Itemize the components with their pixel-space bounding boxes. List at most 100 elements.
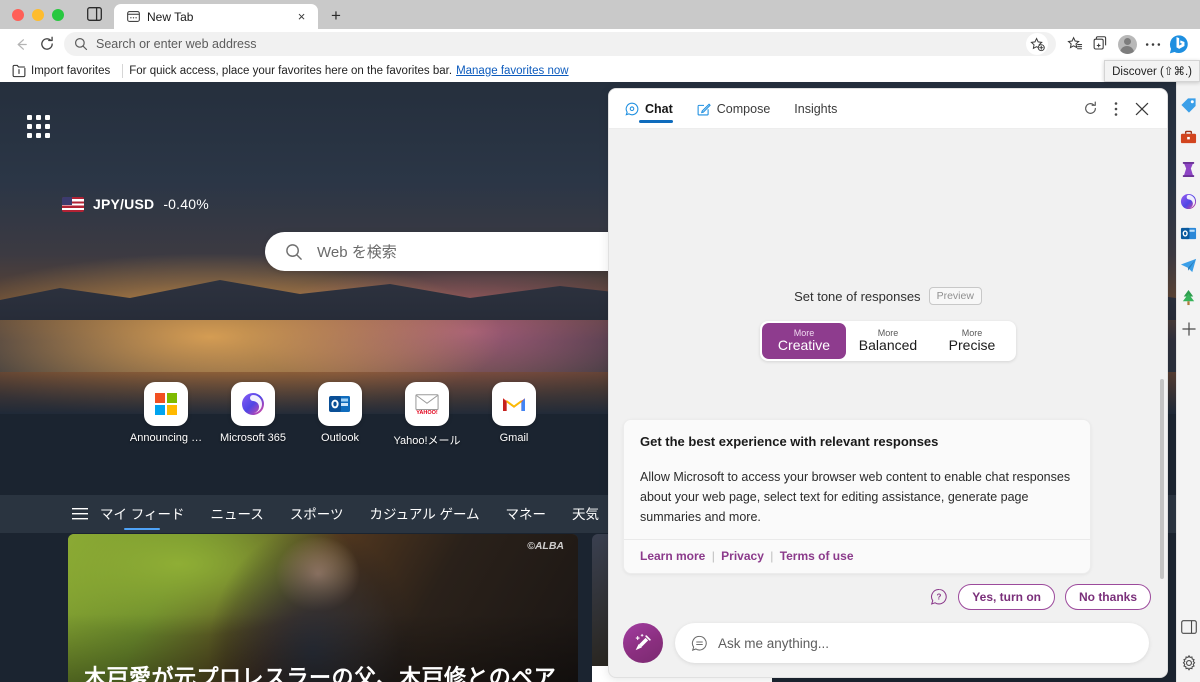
telegram-send-icon[interactable]	[1180, 256, 1198, 274]
new-tab-button[interactable]: +	[323, 4, 349, 28]
tone-label: Set tone of responses	[794, 288, 921, 304]
feed-nav-weather[interactable]: 天気	[572, 503, 599, 525]
feed-nav-casual-games[interactable]: カジュアル ゲーム	[370, 503, 480, 525]
gmail-icon	[492, 382, 536, 426]
customize-panel-icon[interactable]	[1180, 618, 1198, 636]
web-search-placeholder: Web を検索	[317, 244, 397, 261]
tone-option-balanced[interactable]: More Balanced	[846, 323, 930, 359]
chat-refresh-button[interactable]	[1077, 96, 1103, 122]
market-ticker[interactable]: JPY/USD -0.40%	[62, 196, 209, 212]
games-icon[interactable]	[1180, 160, 1198, 178]
feed-nav-news[interactable]: ニュース	[210, 503, 263, 525]
chat-input-row: Ask me anything...	[609, 623, 1167, 663]
shortcut-tile-outlook[interactable]: Outlook	[318, 382, 362, 448]
yahoo-mail-icon: YAHOO!	[405, 382, 449, 426]
terms-of-use-link[interactable]: Terms of use	[780, 549, 854, 563]
tone-option-creative[interactable]: More Creative	[762, 322, 846, 359]
shopping-tag-icon[interactable]	[1180, 96, 1198, 114]
chat-close-button[interactable]	[1129, 96, 1155, 122]
reload-button[interactable]	[34, 31, 60, 57]
search-icon	[285, 243, 303, 261]
add-sidebar-icon[interactable]	[1180, 320, 1198, 338]
feed-nav-sports[interactable]: スポーツ	[290, 503, 344, 525]
learn-more-link[interactable]: Learn more	[640, 549, 705, 563]
shortcut-tile-gmail[interactable]: Gmail	[492, 382, 536, 448]
tone-option-label: Balanced	[858, 336, 918, 353]
favorites-icon	[1067, 36, 1083, 50]
tone-option-precise[interactable]: More Precise	[930, 323, 1014, 359]
profile-button[interactable]	[1114, 31, 1140, 57]
outlook-icon	[318, 382, 362, 426]
no-thanks-button[interactable]: No thanks	[1064, 584, 1151, 610]
add-favorite-button[interactable]	[1026, 33, 1048, 55]
feed-nav-my-feed[interactable]: マイ フィード	[100, 503, 184, 530]
copilot-chat-panel: Chat Compose Insights Set tone of respon…	[608, 88, 1168, 678]
yes-turn-on-button[interactable]: Yes, turn on	[958, 584, 1055, 610]
hamburger-menu-icon[interactable]	[72, 508, 88, 520]
chat-message-input[interactable]: Ask me anything...	[675, 623, 1149, 663]
back-button[interactable]	[8, 31, 34, 57]
import-favorites-button[interactable]: Import favorites	[6, 62, 116, 80]
more-options-icon	[1114, 101, 1118, 116]
browser-window: New Tab × + Search or enter web address …	[0, 0, 1200, 682]
news-card-headline: 木戸愛が元プロレスラーの父、木戸修とのペアルック２ショット写真を公開！	[84, 665, 557, 682]
tree-icon[interactable]	[1180, 288, 1198, 306]
bing-copilot-icon	[1169, 35, 1188, 54]
feed-nav-money[interactable]: マネー	[506, 503, 547, 525]
window-traffic-lights	[0, 9, 74, 29]
copilot-discover-button[interactable]	[1166, 31, 1192, 57]
chat-scrollbar[interactable]	[1160, 379, 1164, 579]
address-placeholder: Search or enter web address	[96, 37, 257, 51]
maximize-window-button[interactable]	[52, 9, 64, 21]
tab-close-button[interactable]: ×	[293, 8, 310, 25]
shortcut-tile-yahoo-mail[interactable]: YAHOO! Yahoo!メール	[393, 382, 461, 448]
tools-briefcase-icon[interactable]	[1180, 128, 1198, 146]
svg-text:YAHOO!: YAHOO!	[416, 410, 438, 416]
chat-panel-header: Chat Compose Insights	[609, 89, 1167, 129]
back-arrow-icon	[17, 38, 27, 50]
shortcut-tiles: Announcing … Microsoft 365 Outlook YAHOO…	[130, 382, 536, 448]
more-options-button[interactable]	[1140, 31, 1166, 57]
favorites-button[interactable]	[1062, 31, 1088, 57]
newtab-icon	[126, 10, 140, 24]
compose-pencil-icon	[697, 102, 711, 116]
link-separator: |	[770, 549, 774, 563]
tab-compose[interactable]: Compose	[685, 89, 783, 129]
shortcut-tile-label: Announcing …	[129, 432, 203, 444]
discover-tooltip: Discover (⇧⌘.)	[1104, 60, 1200, 82]
minimize-window-button[interactable]	[32, 9, 44, 21]
news-card-watermark: ©ALBA	[527, 540, 564, 552]
ellipsis-icon	[1145, 42, 1161, 46]
toggle-sidebar-button[interactable]	[80, 3, 108, 25]
consent-card: Get the best experience with relevant re…	[623, 419, 1091, 574]
link-separator: |	[711, 549, 715, 563]
outlook-icon[interactable]	[1180, 224, 1198, 242]
collections-button[interactable]	[1088, 31, 1114, 57]
shortcut-tile-announcing[interactable]: Announcing …	[130, 382, 202, 448]
consent-actions: ? Yes, turn on No thanks	[930, 584, 1151, 610]
manage-favorites-link[interactable]: Manage favorites now	[456, 65, 569, 77]
privacy-link[interactable]: Privacy	[721, 549, 764, 563]
tab-new-tab[interactable]: New Tab ×	[114, 4, 318, 29]
address-bar[interactable]: Search or enter web address	[64, 32, 1056, 56]
chat-input-placeholder: Ask me anything...	[718, 635, 830, 651]
help-question-icon[interactable]: ?	[930, 588, 948, 606]
import-favorites-label: Import favorites	[31, 64, 111, 77]
close-icon	[1135, 102, 1149, 115]
microsoft-365-icon[interactable]	[1180, 192, 1198, 210]
shortcut-tile-microsoft-365[interactable]: Microsoft 365	[220, 382, 286, 448]
tab-strip: New Tab × +	[0, 0, 1200, 29]
news-card-primary[interactable]: ©ALBA 木戸愛が元プロレスラーの父、木戸修とのペアルック２ショット写真を公開…	[68, 534, 578, 682]
apps-grid-icon[interactable]	[27, 115, 50, 138]
tab-insights[interactable]: Insights	[782, 89, 849, 129]
tone-option-label: Precise	[948, 336, 996, 353]
svg-text:?: ?	[937, 593, 942, 602]
tab-chat[interactable]: Chat	[623, 89, 685, 129]
chat-more-options-button[interactable]	[1103, 96, 1129, 122]
close-window-button[interactable]	[12, 9, 24, 21]
copilot-broom-icon[interactable]	[623, 623, 663, 663]
add-favorite-icon	[1029, 36, 1045, 51]
edge-sidebar	[1176, 82, 1200, 682]
settings-gear-icon[interactable]	[1180, 654, 1198, 672]
collections-icon	[1093, 36, 1107, 50]
